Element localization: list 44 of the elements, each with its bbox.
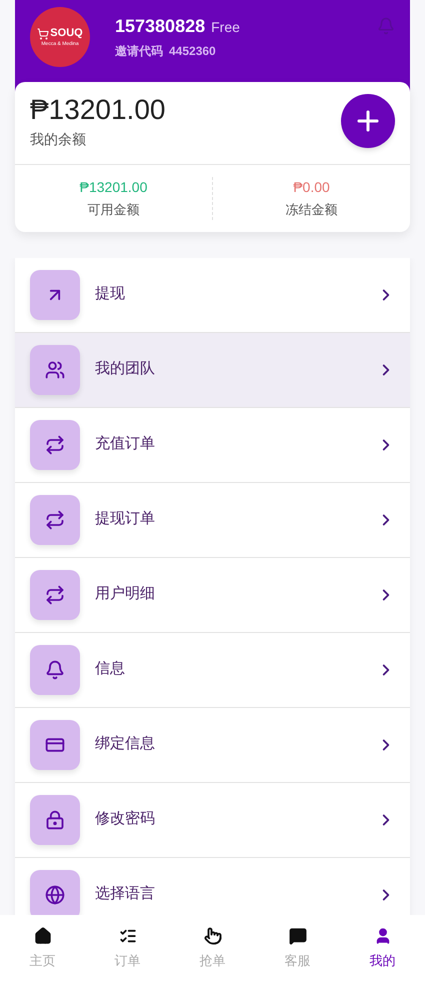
frozen-amount: ₱0.00	[293, 178, 330, 197]
available-amount: ₱13201.00	[80, 178, 148, 197]
menu-item[interactable]: 修改密码	[15, 782, 410, 858]
menu-item[interactable]: 绑定信息	[15, 708, 410, 782]
invite-code: 4452360	[169, 43, 216, 60]
repeat-arrows-icon	[45, 434, 65, 454]
repeat-arrows-icon	[45, 584, 65, 604]
available-label: 可用金额	[88, 201, 140, 219]
add-button[interactable]	[341, 94, 395, 148]
menu-label: 用户明细	[95, 584, 156, 604]
repeat-arrows-icon	[45, 510, 65, 530]
bell-icon	[45, 660, 65, 680]
cart-icon	[37, 28, 50, 40]
lock-icon	[45, 810, 65, 830]
message-icon	[288, 927, 306, 945]
menu-label: 提现订单	[95, 509, 156, 530]
menu-label: 修改密码	[95, 809, 156, 830]
checklist-icon	[118, 927, 136, 945]
username: 157380828	[115, 15, 206, 38]
menu-item[interactable]: 选择语言	[15, 858, 410, 915]
menu-item[interactable]: 用户明细	[15, 558, 410, 632]
balance-label: 我的余额	[30, 130, 87, 149]
globe-icon	[45, 884, 65, 904]
pointer-hand-icon	[204, 927, 222, 945]
menu-label: 提现	[95, 284, 126, 304]
invite-label: 邀请代码	[115, 43, 163, 60]
frozen-label: 冻结金额	[286, 201, 338, 219]
nav-tab[interactable]: 我的	[340, 927, 425, 970]
menu-item[interactable]: 我的团队	[15, 332, 410, 408]
menu-item[interactable]: 提现	[15, 258, 410, 332]
menu-label: 我的团队	[95, 359, 156, 380]
menu-item[interactable]: 提现订单	[15, 482, 410, 558]
menu-label: 信息	[95, 659, 126, 680]
menu-label: 绑定信息	[95, 734, 156, 754]
users-icon	[45, 360, 65, 380]
tier-label: Free	[211, 18, 240, 37]
balance-amount: ₱13201.00	[30, 93, 166, 127]
menu-item[interactable]: 信息	[15, 632, 410, 708]
menu-label: 充值订单	[95, 434, 156, 454]
plus-icon	[357, 110, 379, 132]
logo-text: SOUQ	[50, 28, 83, 39]
menu-item[interactable]: 充值订单	[15, 408, 410, 482]
home-icon	[34, 927, 52, 945]
menu-label: 选择语言	[95, 884, 156, 904]
